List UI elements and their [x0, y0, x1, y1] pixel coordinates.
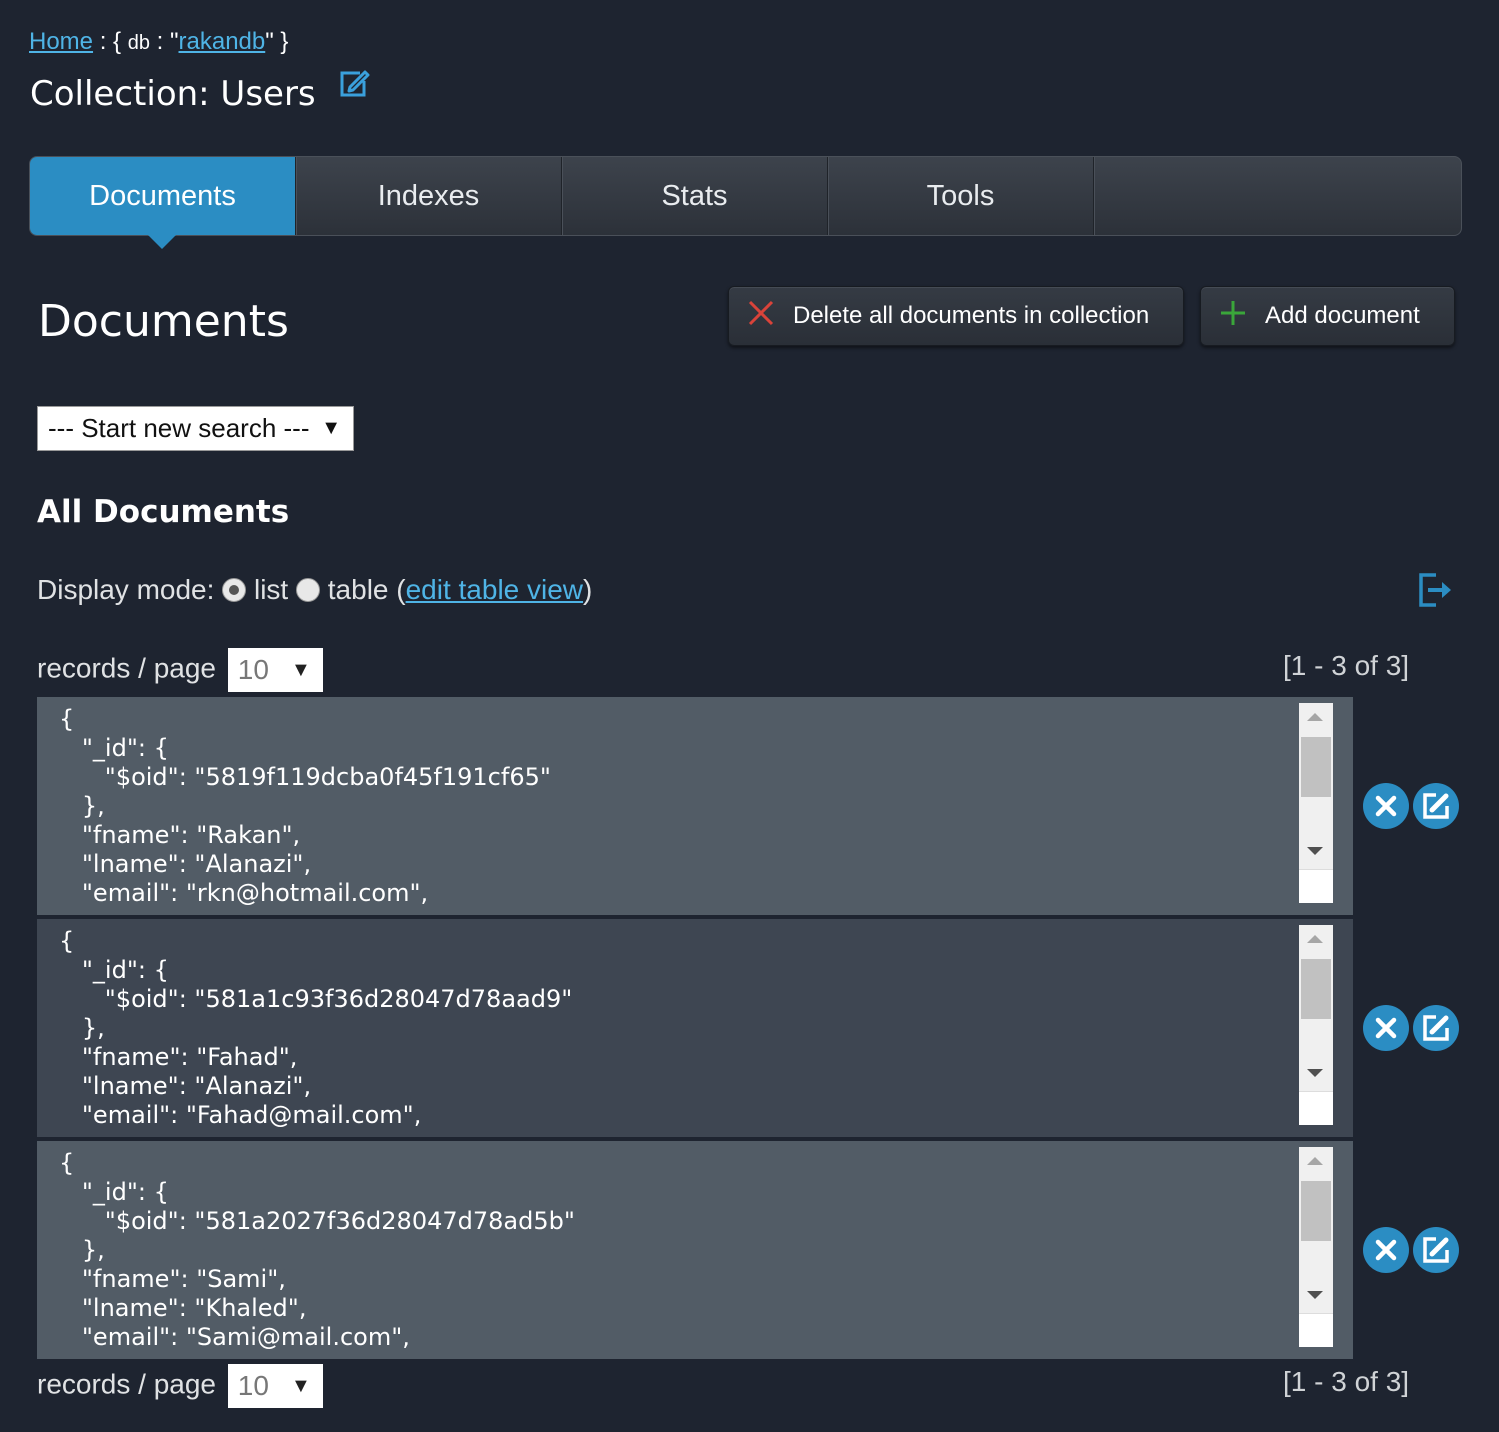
- document-item[interactable]: { "_id": { "$oid": "5819f119dcba0f45f191…: [37, 697, 1353, 915]
- records-per-page-bottom: records / page 10 ▼: [37, 1364, 323, 1408]
- document-actions: [1362, 782, 1460, 830]
- records-per-page-value: 10: [237, 654, 269, 685]
- delete-document-icon[interactable]: [1363, 1005, 1409, 1051]
- section-heading: Documents: [38, 296, 289, 347]
- scroll-thumb[interactable]: [1301, 737, 1331, 797]
- display-mode-list-label: list: [253, 574, 289, 605]
- resize-handle[interactable]: [1299, 869, 1333, 903]
- tab-documents[interactable]: Documents: [30, 157, 296, 249]
- records-per-page-label: records / page: [37, 652, 216, 684]
- document-scrollbar[interactable]: [1299, 925, 1333, 1125]
- document-actions: [1362, 1004, 1460, 1052]
- records-per-page-select[interactable]: 10 ▼: [227, 1364, 323, 1408]
- delete-all-documents-button[interactable]: Delete all documents in collection: [728, 286, 1184, 346]
- dropdown-arrow-icon: ▼: [290, 659, 311, 681]
- pagination-range-bottom: [1 - 3 of 3]: [1283, 1366, 1410, 1397]
- tab-indexes[interactable]: Indexes: [296, 157, 562, 235]
- pagination-range: [1 - 3 of 3]: [1283, 650, 1410, 681]
- breadcrumb-db-link[interactable]: rakandb: [179, 28, 266, 55]
- records-per-page-label: records / page: [37, 1368, 216, 1400]
- add-document-label: Add document: [1265, 302, 1420, 329]
- tab-tools[interactable]: Tools: [828, 157, 1094, 235]
- add-document-button[interactable]: Add document: [1200, 286, 1455, 346]
- breadcrumb-home-link[interactable]: Home: [29, 28, 93, 55]
- edit-table-view-link[interactable]: edit table view: [406, 574, 583, 605]
- plus-icon: [1219, 299, 1247, 334]
- scroll-up-arrow-icon[interactable]: [1307, 935, 1323, 943]
- search-select[interactable]: --- Start new search --- ▼: [37, 406, 354, 451]
- delete-document-icon[interactable]: [1363, 1227, 1409, 1273]
- display-mode: Display mode: list table (edit table vie…: [37, 574, 592, 606]
- document-json: { "_id": { "$oid": "581a1c93f36d28047d78…: [59, 927, 573, 1129]
- all-documents-heading: All Documents: [37, 494, 290, 530]
- edit-document-icon[interactable]: [1413, 1005, 1459, 1051]
- delete-document-icon[interactable]: [1363, 783, 1409, 829]
- rename-collection-icon[interactable]: [338, 68, 370, 108]
- display-mode-table-label: table: [327, 574, 389, 605]
- document-scrollbar[interactable]: [1299, 703, 1333, 903]
- scroll-up-arrow-icon[interactable]: [1307, 1157, 1323, 1165]
- tab-bar: Documents Indexes Stats Tools: [29, 156, 1462, 249]
- resize-handle[interactable]: [1299, 1091, 1333, 1125]
- document-json: { "_id": { "$oid": "581a2027f36d28047d78…: [59, 1149, 575, 1351]
- records-per-page-value: 10: [237, 1370, 269, 1401]
- display-mode-label: Display mode:: [37, 574, 215, 605]
- paren-close: ): [583, 574, 593, 605]
- dropdown-arrow-icon: ▼: [290, 1375, 311, 1397]
- document-item[interactable]: { "_id": { "$oid": "581a1c93f36d28047d78…: [37, 919, 1353, 1137]
- document-item[interactable]: { "_id": { "$oid": "581a2027f36d28047d78…: [37, 1141, 1353, 1359]
- search-select-value: --- Start new search ---: [48, 413, 310, 443]
- display-mode-list-radio[interactable]: [222, 578, 247, 602]
- document-scrollbar[interactable]: [1299, 1147, 1333, 1347]
- collection-title-text: Collection: Users: [30, 74, 316, 114]
- resize-handle[interactable]: [1299, 1313, 1333, 1347]
- records-per-page-select[interactable]: 10 ▼: [227, 648, 323, 692]
- export-icon[interactable]: [1418, 572, 1454, 613]
- close-icon: [747, 299, 775, 334]
- breadcrumb-db-key: db: [127, 32, 150, 54]
- breadcrumb-separator: " }: [265, 28, 289, 55]
- dropdown-arrow-icon: ▼: [321, 417, 341, 439]
- scroll-down-arrow-icon[interactable]: [1307, 1291, 1323, 1299]
- breadcrumb: Home : { db : "rakandb" }: [29, 28, 288, 56]
- scroll-thumb[interactable]: [1301, 959, 1331, 1019]
- display-mode-table-radio[interactable]: [295, 578, 320, 602]
- scroll-thumb[interactable]: [1301, 1181, 1331, 1241]
- breadcrumb-separator: : ": [149, 28, 179, 55]
- records-per-page: records / page 10 ▼: [37, 648, 323, 692]
- scroll-up-arrow-icon[interactable]: [1307, 713, 1323, 721]
- document-actions: [1362, 1226, 1460, 1274]
- delete-all-label: Delete all documents in collection: [793, 302, 1150, 329]
- page-title: Collection: Users: [30, 68, 370, 114]
- breadcrumb-separator: : {: [93, 28, 128, 55]
- document-json: { "_id": { "$oid": "5819f119dcba0f45f191…: [59, 705, 551, 907]
- tab-stats[interactable]: Stats: [562, 157, 828, 235]
- scroll-down-arrow-icon[interactable]: [1307, 847, 1323, 855]
- scroll-down-arrow-icon[interactable]: [1307, 1069, 1323, 1077]
- edit-document-icon[interactable]: [1413, 1227, 1459, 1273]
- paren-open: (: [396, 574, 406, 605]
- edit-document-icon[interactable]: [1413, 783, 1459, 829]
